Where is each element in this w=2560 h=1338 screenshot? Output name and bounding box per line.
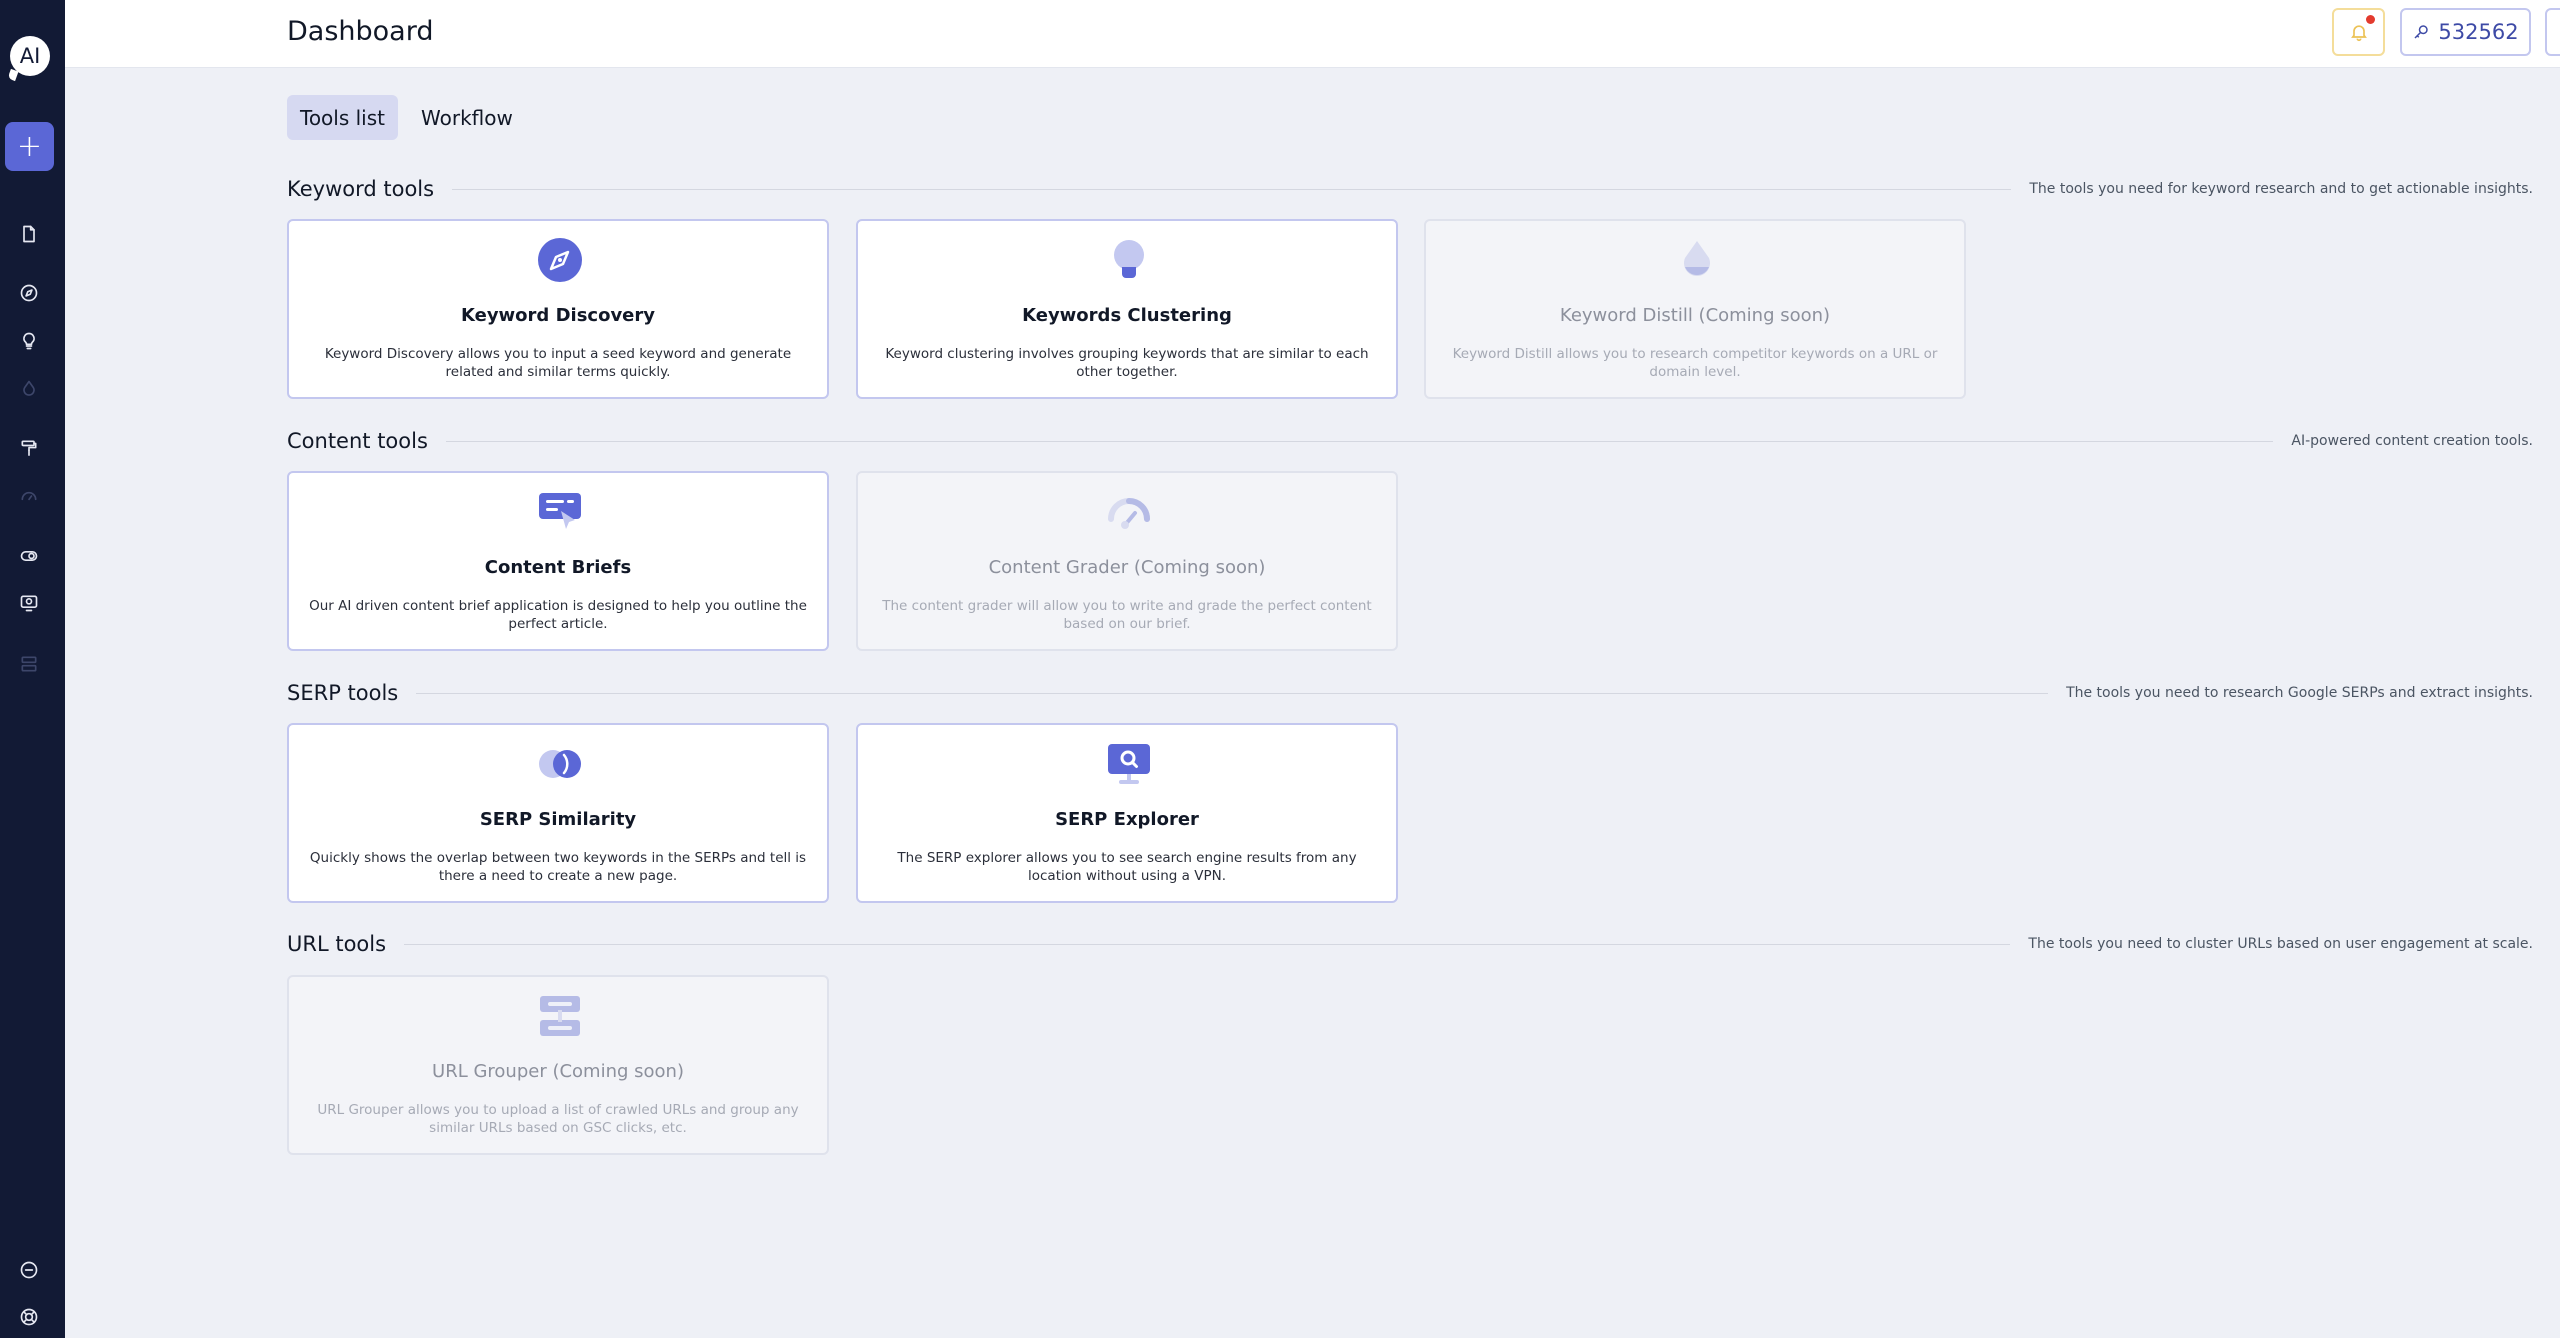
card-title: SERP Similarity	[479, 809, 637, 830]
tool-card-serp-similarity[interactable]: SERP Similarity Quickly shows the overla…	[287, 723, 829, 903]
gauge-icon	[1108, 498, 1150, 529]
sidebar-item-keyword-distill[interactable]	[17, 377, 41, 401]
top-header: Dashboard 532562	[65, 0, 2560, 68]
sidebar-item-url-grouper[interactable]	[17, 652, 41, 676]
section-divider	[452, 188, 2012, 190]
sidebar-item-content-briefs[interactable]	[17, 436, 41, 460]
section-divider	[404, 943, 2011, 945]
tab-label: Workflow	[421, 105, 513, 130]
tab-tools-list[interactable]: Tools list	[287, 95, 398, 140]
plus-icon: +	[16, 128, 43, 164]
section-title: Keyword tools	[287, 177, 435, 201]
credits-button[interactable]: 532562	[2400, 8, 2531, 56]
card-title: SERP Explorer	[1055, 809, 1199, 830]
toggle-icon	[20, 551, 38, 561]
compass-icon	[20, 284, 38, 302]
card-description: Our AI driven content brief application …	[309, 598, 807, 632]
lightbulb-icon	[1114, 240, 1144, 278]
monitor-search-icon	[1108, 744, 1150, 784]
server-icon	[540, 996, 580, 1036]
card-description: Keyword clustering involves grouping key…	[885, 346, 1369, 380]
tool-card-serp-explorer[interactable]: SERP Explorer The SERP explorer allows y…	[856, 723, 1398, 903]
sidebar: AI +	[0, 0, 65, 1338]
section-header-content-tools: Content tools AI-powered content creatio…	[287, 426, 2533, 456]
sidebar-item-serp-similarity[interactable]	[17, 544, 41, 568]
notification-badge	[2366, 15, 2375, 24]
section-description: The tools you need to cluster URLs based…	[2028, 936, 2533, 952]
card-title: Content Briefs	[484, 557, 632, 578]
card-title: Keyword Discovery	[460, 305, 655, 326]
tab-workflow[interactable]: Workflow	[408, 95, 526, 140]
settings-button[interactable]	[2545, 8, 2560, 56]
lightbulb-icon	[23, 332, 35, 350]
tool-card-keywords-clustering[interactable]: Keywords Clustering Keyword clustering i…	[856, 219, 1398, 399]
card-description: Keyword Discovery allows you to input a …	[324, 346, 792, 380]
overlap-circles-icon	[539, 750, 581, 778]
sidebar-item-documents[interactable]	[17, 222, 41, 246]
sidebar-item-keyword-discovery[interactable]	[17, 281, 41, 305]
gauge-icon	[21, 491, 37, 501]
brief-chat-icon	[539, 493, 581, 529]
minus-circle-icon	[20, 1261, 38, 1279]
monitor-search-icon	[20, 595, 38, 612]
sidebar-item-help[interactable]	[17, 1305, 41, 1329]
section-divider	[445, 440, 2274, 442]
card-title: Keywords Clustering	[1022, 305, 1232, 326]
section-divider	[416, 692, 2049, 694]
tool-card-keyword-distill: Keyword Distill (Coming soon) Keyword Di…	[1424, 219, 1966, 399]
section-description: AI-powered content creation tools.	[2291, 433, 2533, 449]
section-description: The tools you need for keyword research …	[2029, 181, 2533, 197]
paint-roller-icon	[21, 440, 37, 456]
card-description: URL Grouper allows you to upload a list …	[317, 1102, 799, 1136]
file-icon	[23, 225, 35, 243]
new-project-button[interactable]: +	[5, 122, 54, 171]
app-logo-text: AI	[19, 44, 41, 68]
section-title: SERP tools	[287, 681, 399, 705]
server-icon	[21, 656, 37, 672]
tool-card-keyword-discovery[interactable]: Keyword Discovery Keyword Discovery allo…	[287, 219, 829, 399]
section-header-keyword-tools: Keyword tools The tools you need for key…	[287, 174, 2533, 204]
section-header-serp-tools: SERP tools The tools you need to researc…	[287, 678, 2533, 708]
app-logo[interactable]: AI	[10, 36, 50, 76]
card-title: URL Grouper (Coming soon)	[432, 1061, 684, 1082]
card-description: The content grader will allow you to wri…	[882, 598, 1372, 632]
notifications-button[interactable]	[2332, 8, 2385, 56]
bell-icon	[2350, 25, 2367, 42]
section-header-url-tools: URL tools The tools you need to cluster …	[287, 929, 2533, 959]
sidebar-item-collapse[interactable]	[17, 1258, 41, 1282]
page-title: Dashboard	[287, 16, 434, 47]
key-icon	[2414, 25, 2429, 39]
section-title: URL tools	[287, 932, 387, 956]
drop-icon	[23, 380, 35, 396]
sidebar-item-serp-explorer[interactable]	[17, 591, 41, 615]
card-title: Content Grader (Coming soon)	[988, 557, 1266, 578]
card-title: Keyword Distill (Coming soon)	[1559, 305, 1831, 326]
credits-count: 532562	[2438, 20, 2519, 44]
compass-icon	[538, 238, 582, 282]
drop-icon	[1684, 241, 1710, 276]
card-description: Keyword Distill allows you to research c…	[1452, 346, 1938, 380]
section-description: The tools you need to research Google SE…	[2066, 685, 2533, 701]
tool-card-content-briefs[interactable]: Content Briefs Our AI driven content bri…	[287, 471, 829, 651]
tab-label: Tools list	[300, 105, 385, 130]
section-title: Content tools	[287, 429, 428, 453]
card-description: Quickly shows the overlap between two ke…	[309, 850, 807, 884]
sidebar-item-content-grader[interactable]	[17, 484, 41, 508]
card-description: The SERP explorer allows you to see sear…	[897, 850, 1357, 884]
tool-card-content-grader: Content Grader (Coming soon) The content…	[856, 471, 1398, 651]
help-lifebuoy-icon	[20, 1308, 38, 1326]
sidebar-item-clustering[interactable]	[17, 329, 41, 353]
tool-card-url-grouper: URL Grouper (Coming soon) URL Grouper al…	[287, 975, 829, 1155]
